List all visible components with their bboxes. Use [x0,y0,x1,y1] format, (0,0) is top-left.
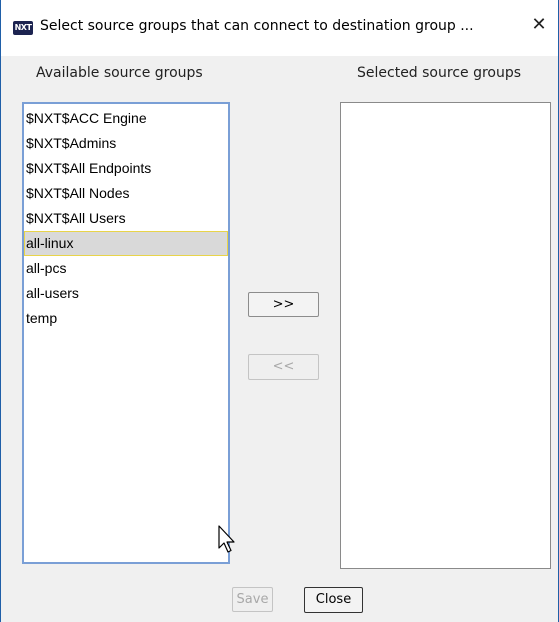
dialog-window: NXT Select source groups that can connec… [0,0,559,622]
app-logo-icon: NXT [13,21,33,35]
window-title: Select source groups that can connect to… [40,18,474,34]
list-item-selected[interactable]: all-linux [24,231,228,256]
list-item[interactable]: $NXT$ACC Engine [24,106,228,131]
add-to-selected-button[interactable]: >> [248,292,319,317]
list-item[interactable]: all-pcs [24,256,228,281]
close-icon[interactable]: ✕ [528,14,550,36]
list-item[interactable]: $NXT$All Nodes [24,181,228,206]
list-item[interactable]: $NXT$Admins [24,131,228,156]
list-item[interactable]: temp [24,306,228,331]
mouse-pointer-icon [218,525,235,553]
available-groups-list[interactable]: $NXT$ACC Engine $NXT$Admins $NXT$All End… [22,102,230,564]
list-item[interactable]: all-users [24,281,228,306]
title-bar[interactable]: NXT Select source groups that can connec… [1,0,558,56]
list-item[interactable]: $NXT$All Endpoints [24,156,228,181]
remove-from-selected-button[interactable]: << [248,354,319,380]
selected-groups-label: Selected source groups [357,65,522,81]
close-button[interactable]: Close [304,587,363,613]
list-item[interactable]: $NXT$All Users [24,206,228,231]
save-button[interactable]: Save [232,587,273,612]
selected-groups-list[interactable] [340,102,551,569]
available-groups-label: Available source groups [36,65,203,81]
